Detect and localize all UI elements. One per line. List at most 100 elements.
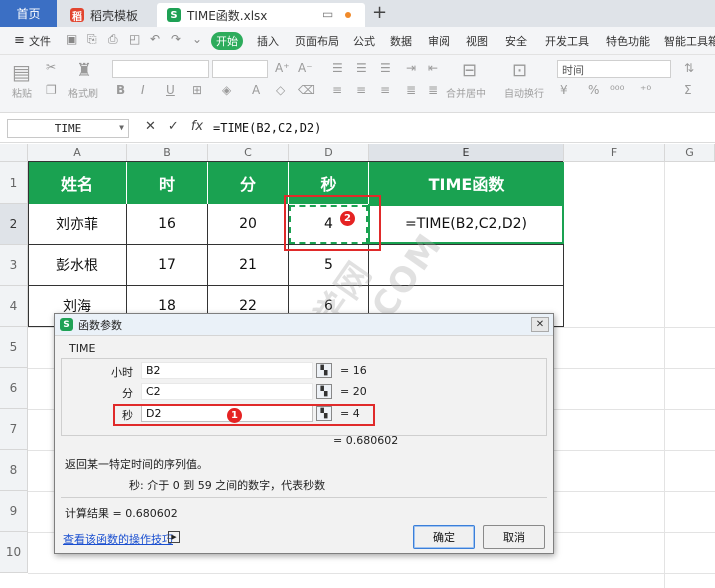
print-icon[interactable]: ⎙: [108, 32, 118, 47]
format-painter-icon[interactable]: ♜: [76, 60, 92, 81]
column-header-e[interactable]: E: [369, 144, 564, 162]
menu-smart-tools[interactable]: 智能工具箱: [664, 33, 715, 49]
menu-features[interactable]: 特色功能: [606, 33, 650, 49]
type-convert-icon[interactable]: ⇅: [684, 61, 694, 75]
close-icon[interactable]: ✕: [531, 317, 549, 332]
copy-icon[interactable]: ❐: [46, 83, 57, 97]
menu-start[interactable]: 开始: [211, 32, 243, 50]
row-header-3[interactable]: 3: [0, 245, 28, 286]
function-tips-link[interactable]: 查看该函数的操作技巧: [63, 531, 173, 547]
preview-icon[interactable]: ◰: [129, 32, 140, 46]
menu-file[interactable]: 文件: [29, 33, 51, 49]
font-grow-icon[interactable]: A⁺: [275, 61, 290, 75]
outdent-icon[interactable]: ⇤: [428, 61, 438, 75]
confirm-icon[interactable]: ✓: [168, 119, 179, 134]
align-right-icon[interactable]: ≡: [380, 83, 390, 97]
font-name-select[interactable]: [112, 60, 209, 78]
column-header-f[interactable]: F: [564, 144, 665, 162]
menu-data[interactable]: 数据: [390, 33, 412, 49]
save-icon[interactable]: ▣: [66, 32, 77, 46]
fx-icon[interactable]: fx: [191, 119, 203, 134]
menu-page-layout[interactable]: 页面布局: [295, 33, 339, 49]
cell-a3[interactable]: 彭水根: [28, 245, 127, 286]
column-header-a[interactable]: A: [28, 144, 127, 162]
cell-b3[interactable]: 17: [127, 245, 208, 286]
video-help-icon[interactable]: ▶: [168, 531, 180, 543]
bold-icon[interactable]: B: [116, 83, 125, 97]
align-center-icon[interactable]: ≡: [356, 83, 366, 97]
menu-insert[interactable]: 插入: [257, 33, 279, 49]
column-header-b[interactable]: B: [127, 144, 208, 162]
border-icon[interactable]: ⊞: [192, 83, 202, 97]
quick-access-dropdown-icon[interactable]: ⌄: [192, 32, 202, 46]
paste-icon[interactable]: ▤: [12, 60, 31, 84]
collapse-dialog-icon[interactable]: ▚: [316, 363, 332, 378]
menu-formulas[interactable]: 公式: [353, 33, 375, 49]
underline-icon[interactable]: U: [166, 83, 175, 97]
clear-icon[interactable]: ◇: [276, 83, 285, 97]
ok-button[interactable]: 确定: [413, 525, 475, 549]
tab-file[interactable]: S TIME函数.xlsx ▭: [157, 3, 365, 27]
cell-a2[interactable]: 刘亦菲: [28, 204, 127, 245]
row-header-6[interactable]: 6: [0, 368, 28, 409]
arg-input-hour[interactable]: B2: [141, 362, 313, 379]
cell-c3[interactable]: 21: [208, 245, 289, 286]
merge-center-icon[interactable]: ⊟: [462, 60, 477, 81]
cell-e3[interactable]: [369, 245, 564, 286]
cell-d3[interactable]: 5: [289, 245, 369, 286]
tab-home[interactable]: 首页: [0, 0, 57, 27]
decimal-icon[interactable]: ⁺⁰: [640, 83, 651, 97]
merge-center-button[interactable]: 合并居中: [446, 85, 486, 100]
format-painter-button[interactable]: 格式刷: [68, 85, 98, 100]
column-header-c[interactable]: C: [208, 144, 289, 162]
arg-input-minute[interactable]: C2: [141, 383, 313, 400]
header-cell-minute[interactable]: 分: [208, 162, 289, 204]
justify-icon[interactable]: ≣: [406, 83, 416, 97]
thousands-icon[interactable]: ⁰⁰⁰: [610, 83, 624, 97]
row-header-1[interactable]: 1: [0, 162, 28, 204]
font-shrink-icon[interactable]: A⁻: [298, 61, 313, 75]
monitor-icon[interactable]: ▭: [322, 7, 333, 21]
header-cell-time-function[interactable]: TIME函数: [369, 162, 564, 204]
collapse-dialog-icon[interactable]: ▚: [316, 384, 332, 399]
percent-icon[interactable]: %: [588, 83, 599, 97]
menu-review[interactable]: 审阅: [428, 33, 450, 49]
number-format-select[interactable]: 时间: [557, 60, 671, 78]
align-middle-icon[interactable]: ☰: [356, 61, 367, 75]
cancel-button[interactable]: 取消: [483, 525, 545, 549]
select-all-corner[interactable]: [0, 144, 28, 162]
indent-icon[interactable]: ⇥: [406, 61, 416, 75]
auto-wrap-icon[interactable]: ⊡: [512, 60, 527, 81]
cell-b2[interactable]: 16: [127, 204, 208, 245]
currency-icon[interactable]: ¥: [560, 83, 568, 97]
menu-developer[interactable]: 开发工具: [545, 33, 589, 49]
cell-c2[interactable]: 20: [208, 204, 289, 245]
hamburger-icon[interactable]: ≡: [14, 33, 25, 48]
menu-security[interactable]: 安全: [505, 33, 527, 49]
font-color-icon[interactable]: A: [252, 83, 260, 97]
font-size-select[interactable]: [212, 60, 268, 78]
dialog-title-bar[interactable]: S 函数参数 ✕: [55, 314, 553, 336]
menu-view[interactable]: 视图: [466, 33, 488, 49]
column-header-g[interactable]: G: [665, 144, 715, 162]
undo-icon[interactable]: ↶: [150, 32, 160, 46]
cancel-icon[interactable]: ✕: [145, 119, 156, 134]
tab-template[interactable]: 稻 稻壳模板: [60, 3, 156, 27]
distributed-icon[interactable]: ≣: [428, 83, 438, 97]
row-header-9[interactable]: 9: [0, 491, 28, 532]
align-left-icon[interactable]: ≡: [332, 83, 342, 97]
paste-button[interactable]: 粘贴: [12, 85, 32, 100]
row-header-4[interactable]: 4: [0, 286, 28, 327]
new-tab-button[interactable]: +: [372, 2, 387, 23]
row-header-10[interactable]: 10: [0, 532, 28, 573]
cut-icon[interactable]: ✂: [46, 60, 56, 74]
row-header-7[interactable]: 7: [0, 409, 28, 450]
eraser-icon[interactable]: ⌫: [298, 83, 315, 97]
header-cell-name[interactable]: 姓名: [28, 162, 127, 204]
sum-icon[interactable]: Σ: [684, 83, 692, 97]
redo-icon[interactable]: ↷: [171, 32, 181, 46]
align-top-icon[interactable]: ☰: [332, 61, 343, 75]
row-header-8[interactable]: 8: [0, 450, 28, 491]
auto-wrap-button[interactable]: 自动换行: [504, 85, 544, 100]
name-box-dropdown-icon[interactable]: ▼: [119, 123, 124, 132]
